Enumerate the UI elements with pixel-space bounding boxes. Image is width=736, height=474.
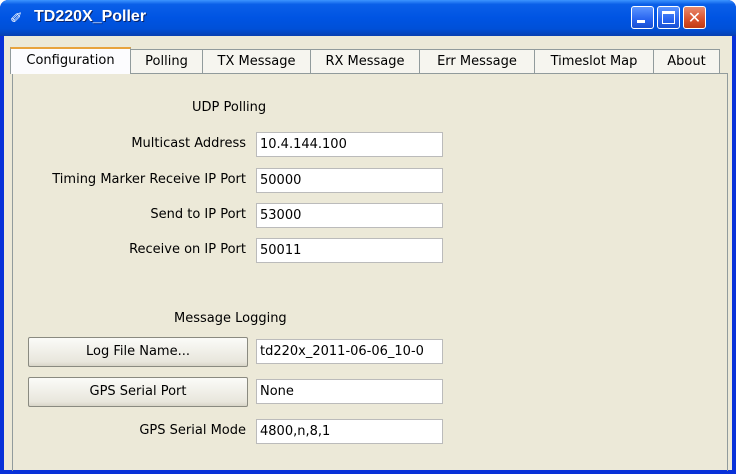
feather-icon: ✐: [10, 9, 23, 27]
close-button[interactable]: ✕: [683, 6, 706, 29]
gps-serial-port-button[interactable]: GPS Serial Port: [28, 377, 248, 407]
receive-port-field[interactable]: 50011: [256, 238, 443, 263]
timing-marker-port-field[interactable]: 50000: [256, 168, 443, 193]
window-client: Configuration Polling TX Message RX Mess…: [4, 36, 732, 471]
window-title: TD220X_Poller: [34, 8, 147, 25]
minimize-button[interactable]: [631, 6, 654, 29]
close-icon: ✕: [687, 8, 702, 27]
udp-polling-heading: UDP Polling: [192, 100, 267, 115]
title-bar[interactable]: ✐ TD220X_Poller ✕: [0, 0, 736, 36]
log-file-name-field[interactable]: td220x_2011-06-06_10-0: [256, 339, 443, 364]
message-logging-heading: Message Logging: [174, 311, 287, 326]
send-to-port-field[interactable]: 53000: [256, 203, 443, 228]
tab-err-message[interactable]: Err Message: [419, 49, 535, 73]
tab-about[interactable]: About: [653, 49, 720, 73]
log-file-name-button[interactable]: Log File Name...: [28, 337, 248, 367]
minimize-icon: [637, 20, 645, 23]
maximize-icon: [662, 11, 675, 24]
multicast-address-field[interactable]: 10.4.144.100: [256, 132, 443, 157]
app-window: ✐ TD220X_Poller ✕ Configuration Polling …: [0, 0, 736, 474]
gps-serial-mode-label: GPS Serial Mode: [139, 423, 246, 438]
multicast-address-label: Multicast Address: [131, 136, 246, 151]
timing-marker-port-label: Timing Marker Receive IP Port: [52, 172, 246, 187]
gps-serial-mode-field[interactable]: 4800,n,8,1: [256, 419, 443, 444]
receive-port-label: Receive on IP Port: [129, 242, 246, 257]
maximize-button[interactable]: [657, 6, 680, 29]
tab-timeslot-map[interactable]: Timeslot Map: [534, 49, 654, 73]
tab-rx-message[interactable]: RX Message: [310, 49, 420, 73]
gps-serial-port-field[interactable]: None: [256, 379, 443, 404]
tab-configuration[interactable]: Configuration: [10, 47, 131, 74]
tab-tx-message[interactable]: TX Message: [202, 49, 311, 73]
send-to-port-label: Send to IP Port: [150, 207, 246, 222]
tab-polling[interactable]: Polling: [130, 49, 203, 73]
